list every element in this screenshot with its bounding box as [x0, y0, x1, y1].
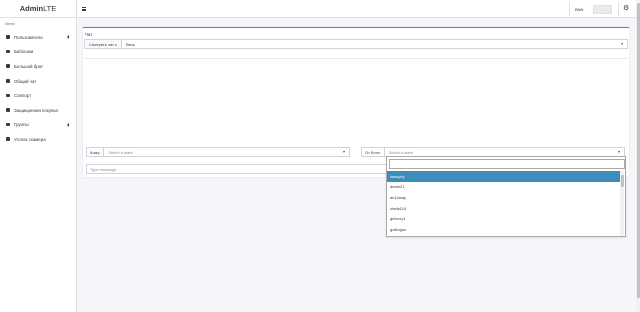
eye-icon [6, 64, 11, 68]
sidebar-item-protected-purchase[interactable]: Защищенная покупка [0, 103, 76, 118]
brand-light: LTE [43, 4, 57, 13]
sidebar-item-scammer-corner[interactable]: Уголок скамера [0, 132, 76, 147]
from-bot-label: От бота: [361, 147, 385, 157]
sidebar-item-label: Уголок скамера [14, 136, 46, 142]
to-label: Кому: [86, 147, 105, 157]
dropdown-option[interactable]: kassyby [387, 171, 621, 182]
dropdown-option[interactable]: ofeds110 [387, 203, 621, 214]
watch-chat-select[interactable]: Весь [122, 39, 628, 49]
chevron-down-icon [343, 151, 346, 153]
dropdown-option[interactable]: golitogun [387, 224, 621, 235]
to-placeholder: Select a state [108, 149, 133, 155]
watch-chat-value: Весь [126, 41, 136, 47]
sidebar-item-general-chat[interactable]: Общий чат [0, 74, 76, 89]
chevron-down-icon [617, 151, 620, 153]
sidebar-item-label: Большой брат [14, 63, 44, 69]
page-scrollbar[interactable] [636, 0, 640, 312]
navbar-divider [569, 2, 570, 16]
scam-icon [6, 137, 11, 141]
hamburger-icon[interactable] [82, 7, 86, 12]
top-navbar: BNN ⚙ [78, 0, 640, 18]
chevron-left-icon [67, 35, 69, 40]
sidebar-item-groups[interactable]: Группы [0, 118, 76, 133]
gears-icon[interactable]: ⚙ [623, 4, 629, 12]
page-scroll-thumb[interactable] [636, 3, 640, 298]
chat-icon [6, 79, 11, 83]
dropdown-scroll-thumb[interactable] [620, 175, 624, 187]
sidebar-item-label: Защищенная покупка [14, 107, 58, 113]
users-icon [6, 35, 11, 39]
dropdown-option[interactable]: gelvrrry1 [387, 213, 621, 224]
dropdown-option[interactable]: an12way [387, 192, 621, 203]
chevron-down-icon [621, 43, 623, 45]
brand-bold: Admin [19, 4, 44, 13]
shield-icon [6, 108, 11, 112]
card-title: Чат [85, 32, 93, 37]
from-bot-dropdown: kassyby derek21 an12way ofeds110 gelvrrr… [386, 156, 626, 237]
avatar[interactable] [593, 4, 612, 14]
sidebar: Меню Пользователи Бабосики Большой брат … [0, 18, 77, 312]
navbar-divider [618, 2, 619, 16]
message-placeholder: Type message... [90, 166, 120, 172]
sidebar-item-support[interactable]: Саппорт [0, 88, 76, 103]
money-icon [6, 49, 11, 54]
sidebar-item-users[interactable]: Пользователи [0, 30, 76, 45]
brand-logo[interactable]: Admin LTE [0, 0, 77, 18]
support-icon [6, 93, 11, 98]
chevron-left-icon [67, 122, 69, 127]
user-name[interactable]: BNN [575, 0, 583, 18]
sidebar-item-big-brother[interactable]: Большой брат [0, 59, 76, 74]
sidebar-header: Меню [5, 22, 15, 26]
chat-card: Чат Смотреть чат с Весь Кому: Select a s… [83, 27, 629, 177]
sidebar-item-money[interactable]: Бабосики [0, 45, 76, 60]
sidebar-item-label: Группы [14, 122, 29, 128]
group-icon [6, 122, 11, 127]
dropdown-options: kassyby derek21 an12way ofeds110 gelvrrr… [387, 171, 627, 235]
from-bot-placeholder: Select a state [388, 149, 413, 155]
to-group: Кому: Select a state [86, 147, 351, 157]
message-input[interactable]: Type message... [86, 164, 389, 174]
watch-chat-group: Смотреть чат с Весь [84, 39, 628, 49]
dropdown-search-input[interactable] [389, 159, 625, 169]
sidebar-item-label: Бабосики [14, 49, 34, 55]
to-select[interactable]: Select a state [104, 147, 351, 157]
chat-messages-area [84, 58, 628, 143]
sidebar-item-label: Пользователи [14, 34, 43, 40]
sidebar-item-label: Общий чат [14, 78, 37, 84]
sidebar-item-label: Саппорт [14, 93, 32, 99]
dropdown-option[interactable]: derek21 [387, 182, 621, 193]
dropdown-scrollbar[interactable] [620, 171, 624, 236]
watch-chat-button[interactable]: Смотреть чат с [84, 39, 123, 49]
